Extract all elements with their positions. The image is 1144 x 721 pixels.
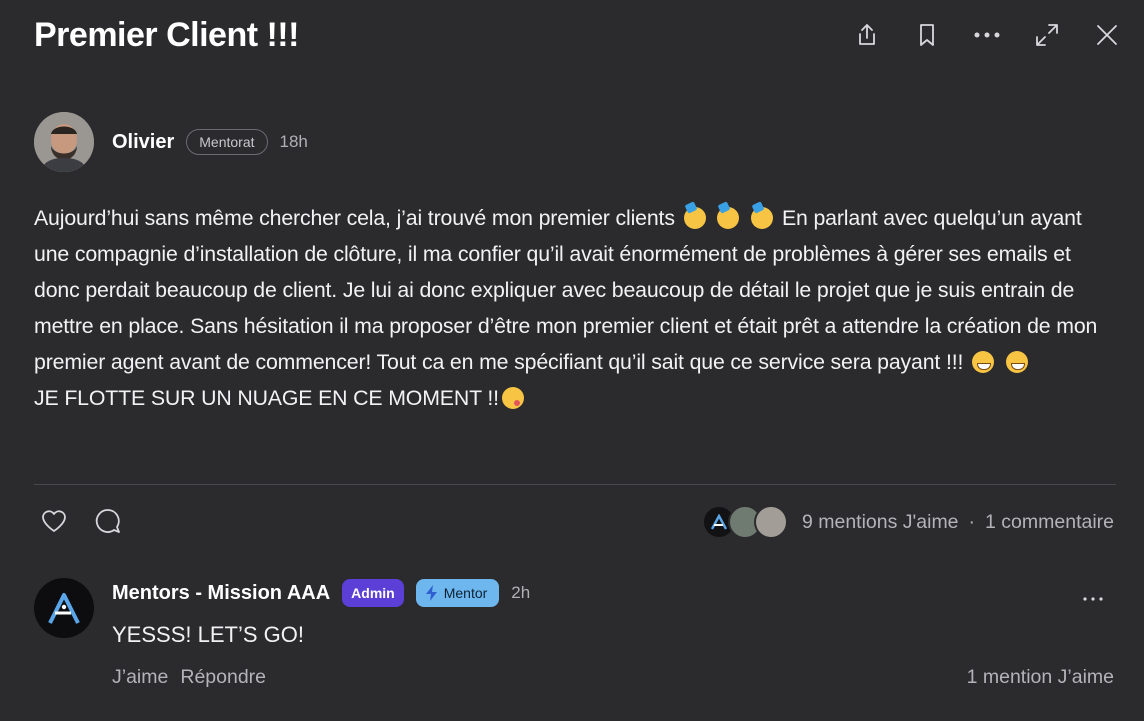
zany-emoji-icon	[501, 387, 524, 409]
liker-avatars[interactable]	[701, 505, 788, 539]
author-name[interactable]: Olivier	[112, 131, 174, 154]
post-time: 18h	[279, 132, 308, 151]
bookmark-icon[interactable]	[908, 18, 946, 52]
post-stats: 9 mentions J'aime · 1 commentaire	[701, 505, 1114, 539]
more-icon[interactable]	[968, 18, 1006, 52]
comment-author[interactable]: Mentors - Mission AAA	[112, 582, 330, 605]
like-button[interactable]: J’aime	[112, 666, 168, 689]
reply-button[interactable]: Répondre	[180, 666, 266, 689]
post-body-line-2: En parlant avec quelqu’un ayant une comp…	[34, 206, 1098, 374]
post-author: Olivier Mentorat 18h	[34, 112, 308, 172]
post-body-line-3: JE FLOTTE SUR UN NUAGE EN CE MOMENT !!	[34, 386, 499, 410]
post-body-line-1: Aujourd’hui sans même chercher cela, j’a…	[34, 206, 675, 230]
comment-time: 2h	[511, 583, 531, 602]
top-actions	[848, 18, 1126, 52]
avatar[interactable]	[34, 578, 94, 638]
comment-icon[interactable]	[92, 505, 124, 537]
divider	[34, 484, 1116, 485]
author-tag: Mentorat	[186, 129, 268, 155]
post-body: Aujourd’hui sans même chercher cela, j’a…	[34, 200, 1119, 416]
party-emoji-icon	[683, 207, 706, 229]
admin-badge: Admin	[342, 579, 404, 607]
comment-likes[interactable]: 1 mention J’aime	[967, 666, 1114, 689]
post-title: Premier Client !!!	[34, 16, 299, 54]
heart-icon[interactable]	[38, 505, 70, 537]
mentor-badge-label: Mentor	[443, 585, 488, 601]
post-actions	[38, 505, 124, 537]
comment-header: Mentors - Mission AAA Admin Mentor 2h	[112, 579, 530, 607]
party-emoji-icon	[751, 207, 774, 229]
share-icon[interactable]	[848, 18, 886, 52]
stats-separator: ·	[968, 510, 976, 533]
author-avatar[interactable]	[34, 112, 94, 172]
comment-actions: J’aime Répondre	[112, 666, 266, 689]
comments-count[interactable]: 1 commentaire	[985, 511, 1114, 534]
expand-icon[interactable]	[1028, 18, 1066, 52]
bolt-icon	[425, 585, 437, 601]
more-icon[interactable]	[1082, 582, 1104, 608]
grin-emoji-icon	[1005, 351, 1028, 373]
likes-count[interactable]: 9 mentions J'aime	[802, 511, 959, 534]
close-icon[interactable]	[1088, 18, 1126, 52]
comment-text: YESSS! LET’S GO!	[112, 622, 304, 647]
mentor-badge: Mentor	[415, 579, 500, 607]
grin-emoji-icon	[972, 351, 995, 373]
avatar	[753, 505, 788, 539]
party-emoji-icon	[717, 207, 740, 229]
